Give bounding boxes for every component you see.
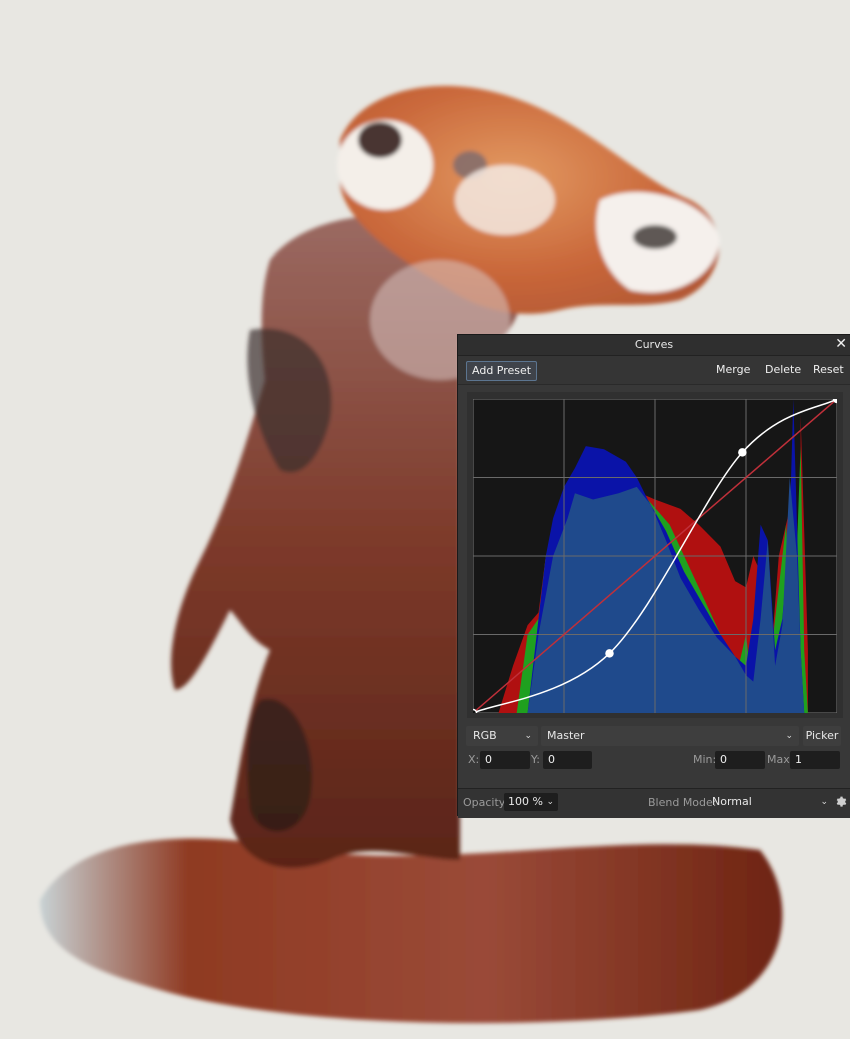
opacity-select[interactable]: 100 % ⌄ <box>504 793 558 811</box>
y-label: Y: <box>531 753 540 766</box>
y-input[interactable]: 0 <box>543 751 592 769</box>
max-input[interactable]: 1 <box>790 751 840 769</box>
panda-ear-inner <box>633 225 677 249</box>
channel-row: RGB ⌄ Master ⌄ Picker <box>458 726 850 746</box>
blend-mode-select[interactable]: Normal ⌄ <box>708 793 830 811</box>
curve-control-point[interactable] <box>738 448 747 457</box>
panel-footer: Opacity: 100 % ⌄ Blend Mode: Normal ⌄ <box>458 788 850 818</box>
gear-icon[interactable] <box>835 795 847 807</box>
chevron-down-icon: ⌄ <box>820 797 828 807</box>
opacity-value: 100 % <box>508 795 543 808</box>
blend-mode-value: Normal <box>712 795 752 808</box>
panel-titlebar[interactable]: Curves ✕ <box>458 335 850 356</box>
chevron-down-icon: ⌄ <box>546 797 554 807</box>
channel-value: Master <box>547 729 585 742</box>
panda-nose <box>358 122 402 158</box>
curve-control-point[interactable] <box>832 399 838 404</box>
x-input[interactable]: 0 <box>480 751 530 769</box>
chevron-down-icon: ⌄ <box>524 731 532 741</box>
curves-panel: Curves ✕ Add Preset Merge Delete Reset R… <box>457 334 850 818</box>
panel-toolbar: Add Preset Merge Delete Reset <box>458 356 850 385</box>
add-preset-button[interactable]: Add Preset <box>466 361 538 381</box>
blend-mode-label: Blend Mode: <box>648 796 717 809</box>
opacity-label: Opacity: <box>463 796 509 809</box>
curve-control-point[interactable] <box>473 708 478 714</box>
panel-title: Curves <box>634 338 674 351</box>
channel-select[interactable]: Master ⌄ <box>541 726 799 746</box>
color-space-value: RGB <box>473 729 497 742</box>
curves-graph[interactable] <box>467 392 843 718</box>
curve-control-point[interactable] <box>605 649 614 658</box>
reset-button[interactable]: Reset <box>813 363 844 376</box>
picker-button[interactable]: Picker <box>803 726 841 746</box>
x-label: X: <box>468 753 480 766</box>
color-space-select[interactable]: RGB ⌄ <box>466 726 538 746</box>
min-label: Min: <box>693 753 717 766</box>
panda-cheek <box>455 165 555 235</box>
merge-button[interactable]: Merge <box>716 363 750 376</box>
min-input[interactable]: 0 <box>715 751 765 769</box>
panda-tail <box>40 838 783 1024</box>
curves-canvas[interactable] <box>473 399 837 713</box>
close-icon[interactable]: ✕ <box>835 336 847 352</box>
delete-button[interactable]: Delete <box>765 363 801 376</box>
chevron-down-icon: ⌄ <box>785 731 793 741</box>
